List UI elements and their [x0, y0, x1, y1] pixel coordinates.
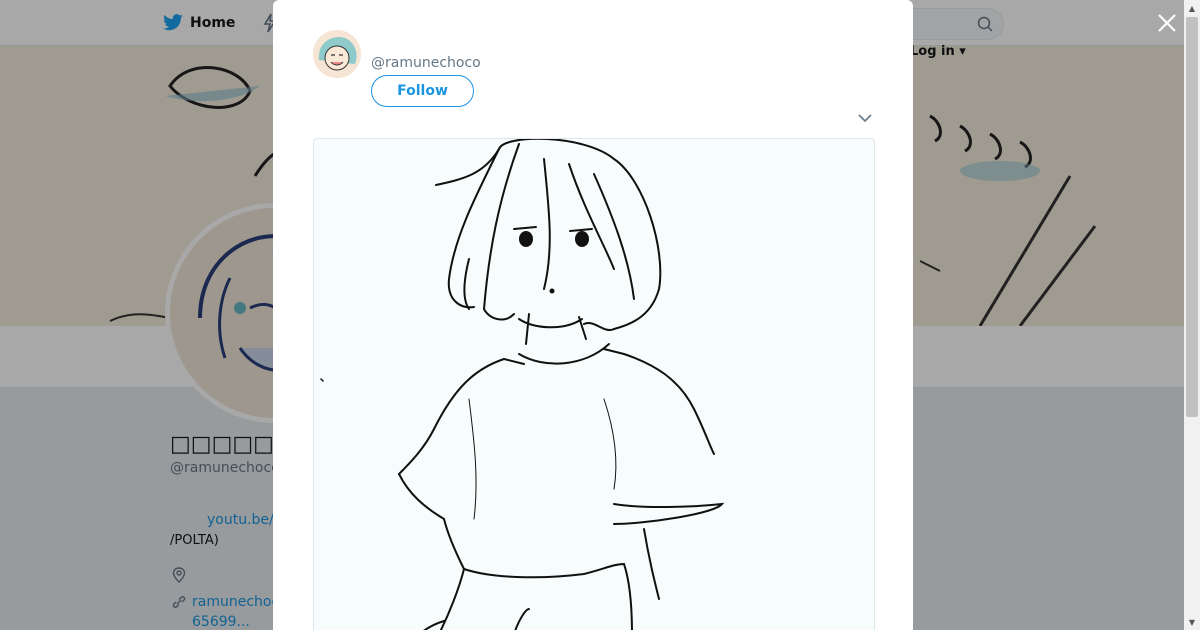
tweet-author-avatar[interactable] — [313, 30, 361, 78]
girl-sketch-illustration — [320, 139, 725, 630]
close-icon[interactable] — [1156, 12, 1178, 34]
scroll-thumb[interactable] — [1186, 17, 1198, 417]
scroll-down-arrow-icon[interactable]: ▼ — [1184, 614, 1200, 630]
tweet-modal: @ramunechoco Follow — [273, 0, 913, 630]
chevron-down-icon[interactable] — [857, 110, 873, 126]
scrollbar[interactable]: ▲ ▼ — [1184, 0, 1200, 630]
tweet-author-handle[interactable]: @ramunechoco — [371, 55, 481, 71]
follow-button[interactable]: Follow — [371, 75, 474, 107]
tweet-media-image[interactable] — [313, 138, 875, 630]
scroll-up-arrow-icon[interactable]: ▲ — [1184, 0, 1200, 16]
